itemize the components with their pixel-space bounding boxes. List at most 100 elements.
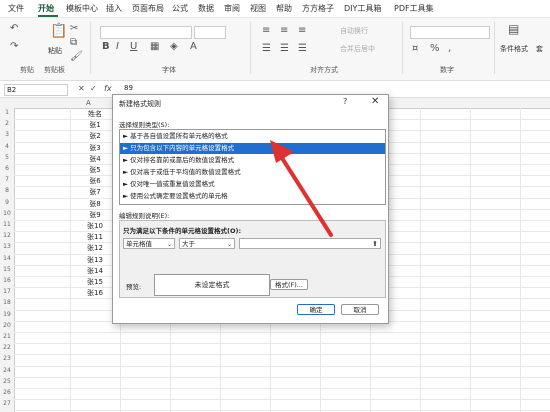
data-cell[interactable]: 张9	[76, 210, 114, 220]
row-number[interactable]: 17	[0, 288, 14, 295]
row-number[interactable]: 25	[0, 378, 14, 385]
font-size-combo[interactable]	[194, 26, 226, 39]
undo-icon[interactable]: ↶	[10, 24, 18, 34]
conditional-format-icon[interactable]: ▤	[508, 23, 519, 35]
menu-page-layout[interactable]: 页面布局	[132, 3, 164, 14]
menu-view[interactable]: 视图	[250, 3, 266, 14]
row-number[interactable]: 9	[0, 199, 14, 206]
row-number[interactable]: 8	[0, 187, 14, 194]
cell-value-dropdown[interactable]: 单元格值 ⌄	[123, 238, 175, 249]
row-number[interactable]: 20	[0, 322, 14, 329]
italic-icon[interactable]: I	[116, 42, 119, 52]
close-icon[interactable]: ✕	[371, 96, 379, 107]
align-middle-icon[interactable]: ≡	[280, 26, 288, 36]
row-number[interactable]: 10	[0, 210, 14, 217]
data-cell[interactable]: 张12	[76, 243, 114, 253]
format-painter-icon[interactable]: 🖌	[70, 52, 83, 62]
data-cell[interactable]: 张13	[76, 255, 114, 265]
data-cell[interactable]: 张2	[76, 131, 114, 141]
menu-formulas[interactable]: 公式	[172, 3, 188, 14]
data-cell[interactable]: 张14	[76, 266, 114, 276]
align-right-icon[interactable]: ☰	[298, 44, 307, 54]
merge-center-button[interactable]: 合并后居中	[340, 44, 375, 54]
data-cell[interactable]: 张4	[76, 154, 114, 164]
currency-icon[interactable]: ¤	[412, 44, 418, 54]
menu-pdf-tools[interactable]: PDF工具集	[394, 3, 434, 14]
data-cell[interactable]: 张15	[76, 277, 114, 287]
cancel-entry-icon[interactable]: ✕	[78, 84, 85, 94]
menu-diy-toolbox[interactable]: DIY工具箱	[344, 3, 381, 14]
menu-fangfang[interactable]: 方方格子	[302, 3, 334, 14]
menu-review[interactable]: 审阅	[224, 3, 240, 14]
row-number[interactable]: 21	[0, 333, 14, 340]
font-color-icon[interactable]: A	[190, 42, 197, 52]
row-number[interactable]: 2	[0, 120, 14, 127]
data-cell[interactable]: 张5	[76, 165, 114, 175]
menu-home[interactable]: 开始	[38, 3, 54, 14]
name-box[interactable]: B2	[4, 84, 68, 96]
rule-type-item[interactable]: ► 仅对高于或低于平均值的数值设置格式	[120, 167, 385, 178]
menu-help[interactable]: 帮助	[276, 3, 292, 14]
row-number[interactable]: 23	[0, 355, 14, 362]
paste-icon[interactable]: 📋	[50, 24, 67, 38]
redo-icon[interactable]: ↷	[10, 42, 18, 52]
align-top-icon[interactable]: ≡	[262, 26, 270, 36]
align-left-icon[interactable]: ☰	[262, 44, 271, 54]
row-number[interactable]: 7	[0, 176, 14, 183]
row-number[interactable]: 18	[0, 299, 14, 306]
rule-type-item[interactable]: ► 仅对排名靠前或靠后的数值设置格式	[120, 155, 385, 166]
wrap-text-button[interactable]: 自动换行	[340, 26, 368, 36]
data-cell[interactable]: 张16	[76, 288, 114, 298]
cut-icon[interactable]: ✂	[70, 24, 78, 34]
data-cell[interactable]: 张1	[76, 120, 114, 130]
confirm-entry-icon[interactable]: ✓	[90, 84, 97, 94]
formula-input[interactable]: 89	[124, 84, 133, 92]
menu-insert[interactable]: 插入	[106, 3, 122, 14]
format-button[interactable]: 格式(F)...	[270, 279, 308, 290]
help-icon[interactable]: ?	[343, 97, 347, 106]
operator-dropdown[interactable]: 大于 ⌄	[179, 238, 235, 249]
row-number[interactable]: 24	[0, 367, 14, 374]
align-center-icon[interactable]: ☰	[280, 44, 289, 54]
rule-type-item[interactable]: ► 仅对唯一值或重复值设置格式	[120, 179, 385, 190]
menu-data[interactable]: 数据	[198, 3, 214, 14]
data-cell[interactable]: 张7	[76, 187, 114, 197]
rule-type-item[interactable]: ► 使用公式确定要设置格式的单元格	[120, 191, 385, 202]
row-number[interactable]: 11	[0, 221, 14, 228]
rule-type-item-selected[interactable]: ► 只为包含以下内容的单元格设置格式	[120, 143, 385, 154]
percent-icon[interactable]: %	[430, 44, 440, 54]
value-input[interactable]: ⬆	[239, 238, 381, 249]
row-number[interactable]: 5	[0, 154, 14, 161]
underline-icon[interactable]: U	[130, 42, 137, 52]
cancel-button[interactable]: 取消	[341, 304, 379, 315]
row-number[interactable]: 16	[0, 277, 14, 284]
row-number[interactable]: 13	[0, 243, 14, 250]
comma-icon[interactable]: ,	[448, 44, 451, 54]
row-number[interactable]: 15	[0, 266, 14, 273]
column-a-header[interactable]: A	[86, 99, 91, 107]
row-number[interactable]: 4	[0, 143, 14, 150]
row-number[interactable]: 26	[0, 389, 14, 396]
row-number[interactable]: 3	[0, 131, 14, 138]
number-format-combo[interactable]	[410, 26, 490, 39]
header-cell[interactable]: 姓名	[76, 109, 114, 119]
row-number[interactable]: 19	[0, 311, 14, 318]
menu-file[interactable]: 文件	[8, 3, 24, 14]
row-number[interactable]: 12	[0, 232, 14, 239]
data-cell[interactable]: 张10	[76, 221, 114, 231]
row-number[interactable]: 27	[0, 400, 14, 407]
rule-type-item[interactable]: ► 基于各自值设置所有单元格的格式	[120, 131, 385, 142]
border-icon[interactable]: ▦	[150, 42, 159, 52]
ok-button[interactable]: 确定	[297, 304, 335, 315]
row-number[interactable]: 1	[0, 109, 14, 116]
fx-icon[interactable]: fx	[104, 84, 112, 93]
row-number[interactable]: 22	[0, 344, 14, 351]
row-number[interactable]: 6	[0, 165, 14, 172]
table-format-button[interactable]: 套	[536, 44, 543, 54]
row-number[interactable]: 14	[0, 255, 14, 262]
data-cell[interactable]: 张8	[76, 199, 114, 209]
menu-template-center[interactable]: 模板中心	[66, 3, 98, 14]
data-cell[interactable]: 张3	[76, 143, 114, 153]
conditional-format-button[interactable]: 条件格式	[500, 44, 528, 54]
copy-icon[interactable]: ⧉	[70, 38, 77, 48]
